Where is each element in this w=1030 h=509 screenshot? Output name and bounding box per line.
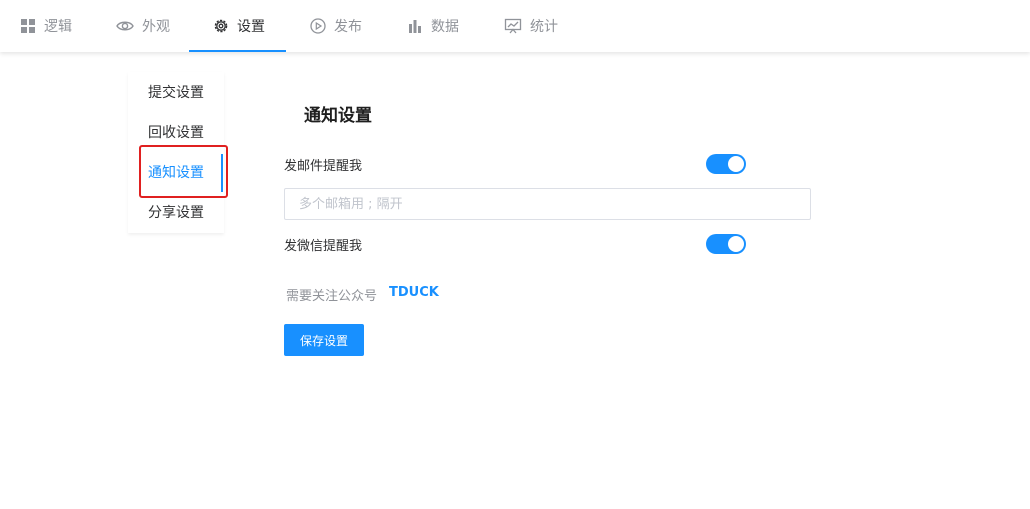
page-title: 通知设置 [304, 106, 372, 126]
tab-label: 数据 [431, 19, 459, 35]
tab-logic[interactable]: 逻辑 [20, 0, 72, 52]
tab-data[interactable]: 数据 [407, 0, 459, 52]
email-notify-toggle[interactable] [706, 154, 746, 174]
sidebar-item-share-settings[interactable]: 分享设置 [148, 203, 204, 223]
tab-settings[interactable]: 设置 [213, 0, 265, 52]
toggle-knob [728, 236, 744, 252]
follow-account-note: 需要关注公众号 [286, 289, 378, 304]
active-tab-underline [189, 50, 286, 52]
tab-publish[interactable]: 发布 [310, 0, 362, 52]
tab-label: 逻辑 [44, 19, 72, 35]
top-navigation: 逻辑 外观 设置 发布 数据 统计 [0, 0, 1030, 52]
grid-icon [20, 18, 36, 34]
wechat-notify-toggle[interactable] [706, 234, 746, 254]
email-input[interactable] [284, 188, 811, 220]
brand-link[interactable]: TDUCK [389, 285, 439, 300]
tab-appearance[interactable]: 外观 [116, 0, 170, 52]
wechat-notify-label: 发微信提醒我 [284, 239, 363, 254]
tab-label: 设置 [237, 19, 265, 35]
email-notify-label: 发邮件提醒我 [284, 159, 363, 174]
sidebar-item-recycle-settings[interactable]: 回收设置 [148, 123, 204, 143]
save-settings-button[interactable]: 保存设置 [284, 324, 364, 356]
tab-label: 统计 [530, 19, 558, 35]
toggle-knob [728, 156, 744, 172]
tab-label: 外观 [142, 19, 170, 35]
presentation-chart-icon [504, 18, 522, 34]
tab-statistics[interactable]: 统计 [504, 0, 558, 52]
eye-icon [116, 18, 134, 34]
highlight-box [139, 145, 228, 198]
bar-chart-icon [407, 18, 423, 34]
tab-label: 发布 [334, 19, 362, 35]
sidebar-item-submit-settings[interactable]: 提交设置 [148, 83, 204, 103]
gear-icon [213, 18, 229, 34]
play-icon [310, 18, 326, 34]
